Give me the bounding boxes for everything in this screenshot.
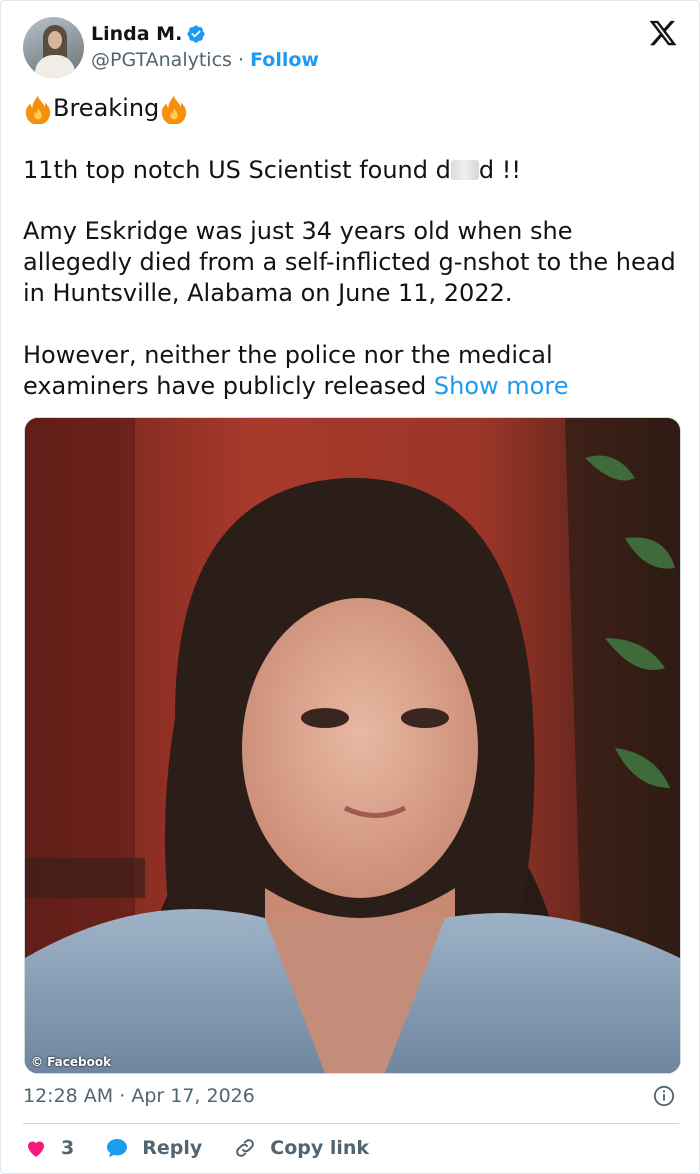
info-icon[interactable] [653,1085,675,1107]
like-button[interactable]: 3 [23,1136,74,1160]
fire-emoji-icon [162,95,187,124]
action-divider [23,1123,679,1124]
separator-dot: · [237,49,245,71]
tweet-line-1: 11th top notch US Scientist found dd !! [23,156,521,184]
like-count: 3 [61,1137,75,1159]
link-icon [236,1139,255,1157]
verified-badge-icon [187,25,205,43]
show-more-link[interactable]: Show more [434,372,569,400]
tweet-actions: 3 Reply Copy link [23,1132,399,1164]
tweet-headline: Breaking [23,93,683,124]
reply-button[interactable]: Reply [104,1136,202,1160]
headline-text: Breaking [53,94,160,122]
censor-blur [450,160,479,180]
tweet-paragraph-2: Amy Eskridge was just 34 years old when … [23,217,676,307]
x-logo-icon[interactable] [647,18,679,48]
heart-icon [28,1141,44,1157]
author-handle[interactable]: @PGTAnalytics [91,49,232,71]
author-avatar[interactable] [23,17,84,78]
author-handle-row: @PGTAnalytics · Follow [91,47,319,73]
reply-bubble-icon [107,1139,128,1157]
author-name[interactable]: Linda M. [91,21,182,47]
reply-label: Reply [142,1137,203,1159]
follow-button[interactable]: Follow [250,49,319,71]
tweet-card: Linda M. @PGTAnalytics · Follow Breaking… [0,0,700,1174]
tweet-paragraph-3: However, neither the police nor the medi… [23,341,569,400]
media-watermark: © Facebook [31,1055,112,1069]
copy-link-label: Copy link [270,1137,370,1159]
tweet-timestamp[interactable]: 12:28 AM · Apr 17, 2026 [23,1082,255,1110]
fire-emoji-icon [25,95,51,124]
tweet-photo[interactable]: © Facebook [24,417,681,1074]
copy-link-button[interactable]: Copy link [232,1136,369,1160]
